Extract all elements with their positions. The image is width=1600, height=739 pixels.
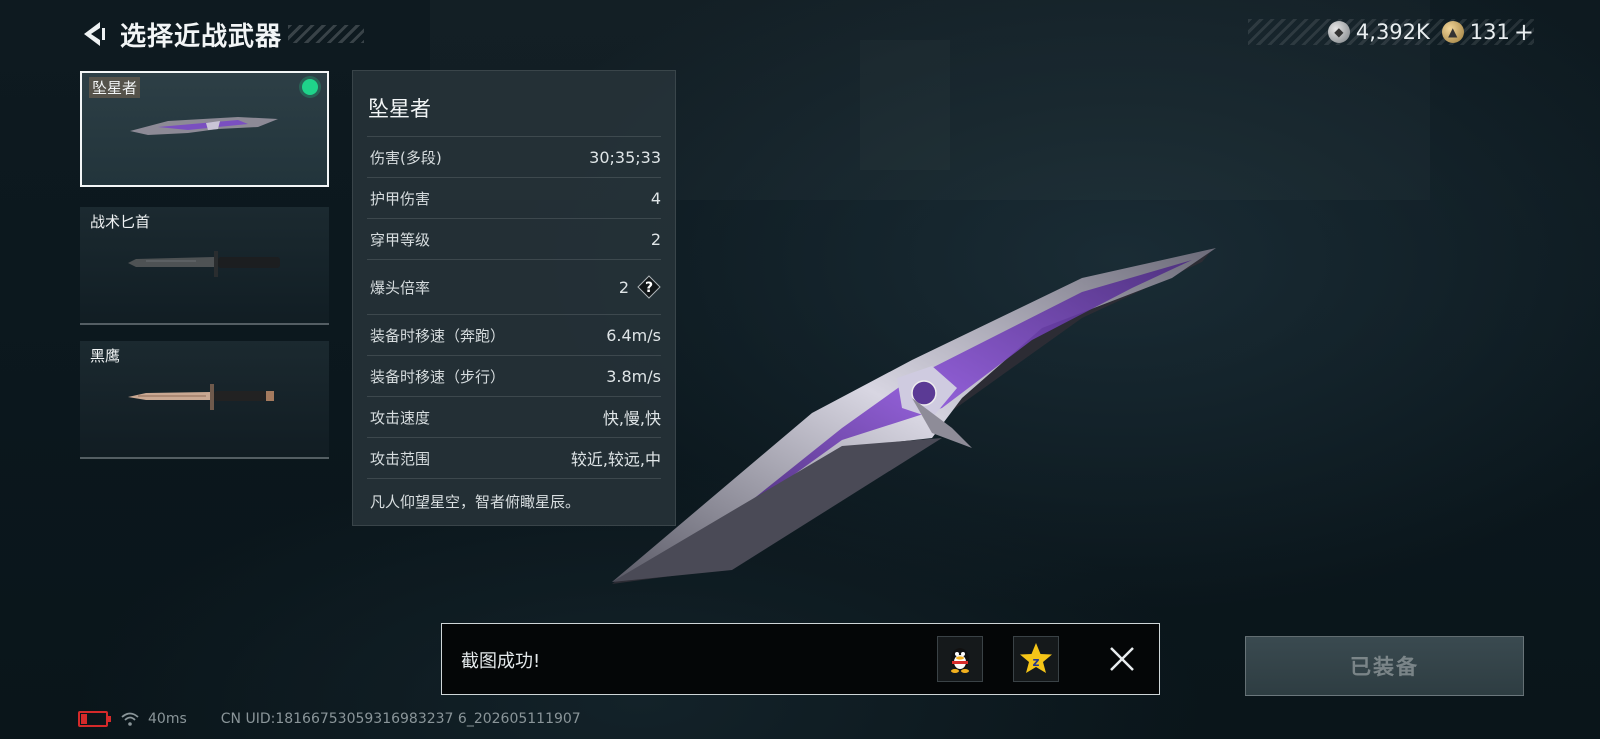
weapon-preview-knife — [612, 248, 1216, 584]
title-decoration — [288, 25, 365, 43]
stat-row-armor-damage: 护甲伤害 4 — [367, 177, 661, 218]
stat-label: 穿甲等级 — [370, 230, 431, 249]
add-currency-button[interactable]: + — [1514, 18, 1534, 46]
equipped-button[interactable]: 已装备 — [1245, 636, 1524, 696]
weapon-card-tactical-dagger[interactable]: 战术匕首 — [80, 207, 329, 325]
back-arrow-icon[interactable] — [78, 20, 106, 48]
user-uid: CN UID:18166753059316983237 6_2026051119… — [220, 711, 581, 727]
falling-star-knife-icon — [130, 117, 278, 135]
toast-message: 截图成功! — [461, 651, 541, 672]
share-qzone-button[interactable]: z — [1013, 636, 1059, 682]
header: 选择近战武器 — [78, 16, 365, 52]
stat-value: 4 — [650, 188, 661, 208]
screenshot-toast: 截图成功! z — [441, 623, 1160, 695]
weapon-name: 坠星者 — [89, 77, 141, 98]
gold-amount: 131 — [1469, 20, 1510, 44]
weapon-card-falling-star[interactable]: 坠星者 — [80, 71, 329, 187]
stat-value: 30;35;33 — [589, 147, 661, 167]
stat-label: 爆头倍率 — [370, 278, 431, 297]
svg-text:z: z — [1033, 655, 1040, 669]
silver-currency: ◆ 4,392K — [1327, 20, 1430, 44]
weapon-name: 战术匕首 — [90, 213, 151, 231]
battery-low-icon — [78, 711, 111, 727]
share-qq-button[interactable] — [937, 636, 983, 682]
ping-value: 40ms — [148, 711, 187, 727]
tactical-dagger-icon — [128, 251, 280, 277]
currency-bar: ◆ 4,392K ▲ 131 + — [1248, 18, 1534, 46]
equipped-indicator-icon — [302, 79, 318, 95]
stat-label: 装备时移速（奔跑） — [370, 326, 506, 345]
silver-coin-icon: ◆ — [1327, 21, 1350, 43]
stat-label: 攻击速度 — [370, 408, 431, 427]
gold-coin-icon: ▲ — [1441, 21, 1464, 43]
black-hawk-knife-icon — [128, 384, 274, 410]
stat-label: 攻击范围 — [370, 449, 431, 468]
stat-value: 2 — [650, 229, 661, 249]
close-icon[interactable] — [1109, 646, 1135, 672]
silver-amount: 4,392K — [1355, 20, 1430, 44]
wifi-icon — [121, 712, 139, 726]
stat-label: 护甲伤害 — [370, 189, 431, 208]
stat-label: 装备时移速（步行） — [370, 367, 506, 386]
qq-penguin-icon — [951, 648, 969, 673]
weapon-card-black-hawk[interactable]: 黑鹰 — [80, 341, 329, 459]
status-bar: 40ms CN UID:18166753059316983237 6_20260… — [78, 709, 581, 729]
stat-row-damage: 伤害(多段) 30;35;33 — [367, 136, 661, 177]
weapon-name: 黑鹰 — [90, 347, 121, 365]
qzone-star-icon: z — [1020, 643, 1052, 673]
page-title: 选择近战武器 — [120, 21, 283, 52]
stat-label: 伤害(多段) — [370, 148, 442, 167]
background-panel — [860, 40, 950, 170]
gold-currency: ▲ 131 + — [1441, 18, 1534, 46]
weapon-title: 坠星者 — [368, 97, 431, 121]
